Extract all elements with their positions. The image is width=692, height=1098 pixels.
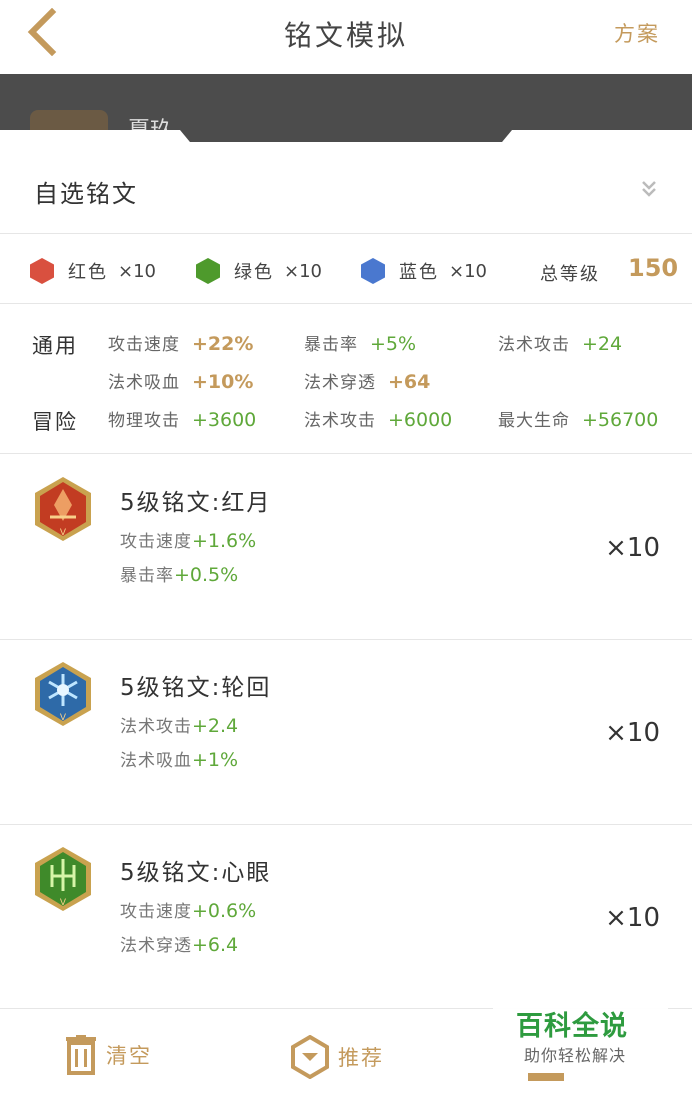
stat-value: +5% <box>370 333 417 355</box>
stat-name: 最大生命 <box>498 411 570 431</box>
stat-item: 法术攻击 +6000 <box>304 406 452 431</box>
page-title: 铭文模拟 <box>283 19 408 52</box>
stat-value: +0.6% <box>192 900 257 922</box>
picker-label: 自选铭文 <box>34 180 138 208</box>
stat-name: 物理攻击 <box>108 411 180 431</box>
color-count: ×10 <box>118 260 156 282</box>
general-section-label: 通用 <box>32 334 78 358</box>
inscription-qty: ×10 <box>605 718 660 748</box>
color-label: 蓝色 <box>399 262 439 283</box>
total-level-value: 150 <box>628 254 679 282</box>
svg-text:V: V <box>60 898 67 908</box>
inscription-stat: 攻击速度 +0.6% <box>120 897 256 922</box>
color-blue: 蓝色 ×10 <box>361 258 487 284</box>
inscription-stat: 法术攻击 +2.4 <box>120 712 238 737</box>
color-red: 红色 ×10 <box>30 258 156 284</box>
stat-item: 法术攻击 +24 <box>498 330 622 355</box>
inscription-item[interactable]: V 5级铭文:红月 攻击速度 +1.6% 暴击率 +0.5% ×10 <box>0 455 692 640</box>
color-label: 绿色 <box>234 262 274 283</box>
inscription-name: 5级铭文:红月 <box>120 490 272 516</box>
stat-name: 法术吸血 <box>108 373 180 393</box>
stat-name: 暴击率 <box>120 566 174 586</box>
stat-name: 法术穿透 <box>304 373 376 393</box>
stat-name: 攻击速度 <box>120 902 192 922</box>
watermark-title: 百科全说 <box>516 1011 628 1042</box>
trash-icon <box>66 1035 96 1075</box>
green-hex-icon <box>196 258 220 284</box>
stat-name: 法术吸血 <box>120 751 192 771</box>
stat-item: 攻击速度 +22% <box>108 330 253 355</box>
stat-item: 法术穿透 +64 <box>304 368 430 393</box>
inscription-name: 5级铭文:轮回 <box>120 675 272 701</box>
stat-value: +6.4 <box>192 934 239 956</box>
recommend-label: 推荐 <box>338 1046 384 1070</box>
clear-label: 清空 <box>106 1044 152 1068</box>
stat-value: +1.6% <box>192 530 257 552</box>
stats-summary: 通用 攻击速度 +22% 暴击率 +5% 法术攻击 +24 法术吸血 +10% … <box>0 304 692 454</box>
inscription-stat: 暴击率 +0.5% <box>120 561 238 586</box>
stat-value: +24 <box>582 333 623 355</box>
stat-value: +10% <box>192 371 254 393</box>
stat-name: 攻击速度 <box>108 335 180 355</box>
watermark-subtitle: 助你轻松解决 <box>524 1046 627 1065</box>
top-bar: 铭文模拟 方案 <box>0 0 692 74</box>
stat-value: +0.5% <box>174 564 239 586</box>
stat-item: 法术吸血 +10% <box>108 368 253 393</box>
svg-text:V: V <box>60 713 67 723</box>
stat-value: +3600 <box>192 409 257 431</box>
inscription-picker[interactable]: 自选铭文 <box>0 142 692 234</box>
stat-value: +64 <box>388 371 431 393</box>
inscription-stat: 法术吸血 +1% <box>120 746 238 771</box>
hexagon-down-icon <box>291 1035 329 1079</box>
inscription-qty: ×10 <box>605 903 660 933</box>
stat-value: +6000 <box>388 409 453 431</box>
stat-name: 暴击率 <box>304 335 358 355</box>
color-count: ×10 <box>449 260 487 282</box>
stat-value: +22% <box>192 333 254 355</box>
double-chevron-down-icon <box>642 181 656 197</box>
stat-item: 物理攻击 +3600 <box>108 406 256 431</box>
mind-eye-gem-icon: V <box>35 847 91 911</box>
stat-name: 法术攻击 <box>120 717 192 737</box>
inscription-item[interactable]: V 5级铭文:轮回 法术攻击 +2.4 法术吸血 +1% ×10 <box>0 640 692 825</box>
samsara-gem-icon: V <box>35 662 91 726</box>
stat-item: 暴击率 +5% <box>304 330 416 355</box>
color-count: ×10 <box>284 260 322 282</box>
inscription-stat: 攻击速度 +1.6% <box>120 527 256 552</box>
red-hex-icon <box>30 258 54 284</box>
svg-text:V: V <box>60 528 67 538</box>
stat-item: 最大生命 +56700 <box>498 406 658 431</box>
blue-hex-icon <box>361 258 385 284</box>
stat-name: 攻击速度 <box>120 532 192 552</box>
inscription-name: 5级铭文:心眼 <box>120 860 272 886</box>
stat-name: 法术穿透 <box>120 936 192 956</box>
sheet-notch <box>180 130 512 142</box>
stat-value: +56700 <box>582 409 659 431</box>
color-summary: 红色 ×10 绿色 ×10 蓝色 ×10 总等级 150 <box>0 234 692 304</box>
adventure-section-label: 冒险 <box>32 410 78 434</box>
stat-value: +2.4 <box>192 715 239 737</box>
inscription-stat: 法术穿透 +6.4 <box>120 931 238 956</box>
stat-name: 法术攻击 <box>498 335 570 355</box>
color-green: 绿色 ×10 <box>196 258 322 284</box>
third-button-icon-peek <box>528 1073 564 1081</box>
clear-button[interactable]: 清空 <box>64 1035 152 1075</box>
stat-value: +1% <box>192 749 239 771</box>
stat-name: 法术攻击 <box>304 411 376 431</box>
color-label: 红色 <box>68 262 108 283</box>
plan-button[interactable]: 方案 <box>614 18 660 48</box>
inscription-qty: ×10 <box>605 533 660 563</box>
red-moon-gem-icon: V <box>35 477 91 541</box>
inscription-item[interactable]: V 5级铭文:心眼 攻击速度 +0.6% 法术穿透 +6.4 ×10 <box>0 825 692 1010</box>
recommend-button[interactable]: 推荐 <box>290 1035 384 1079</box>
total-level-label: 总等级 <box>540 264 600 285</box>
